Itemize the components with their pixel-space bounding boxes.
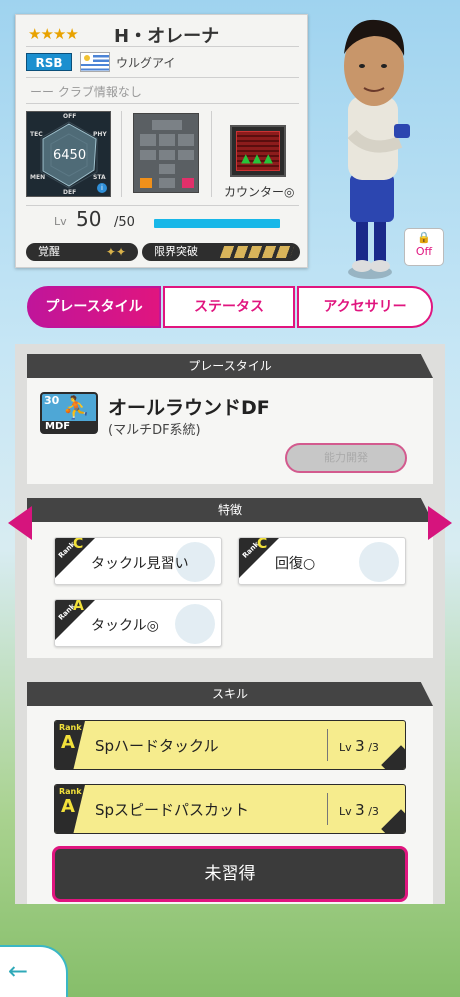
info-icon[interactable]: i <box>97 183 107 193</box>
soccer-ball-icon <box>359 542 399 582</box>
skill-name: Spスピードパスカット <box>95 801 250 819</box>
awakening-badge: 覚醒 ✦✦ <box>26 243 138 261</box>
playstyle-subtitle: (マルチDF系統) <box>108 423 201 438</box>
radar-label-phy: PHY <box>93 131 107 138</box>
position-badge: RSB <box>26 53 72 71</box>
skill-card[interactable]: Rank A Spハードタックル Lv 3 /3 <box>54 720 406 770</box>
skill-level: Lv 3 /3 <box>339 737 379 755</box>
favorite-lock-button[interactable]: 🔒 Off <box>404 228 444 266</box>
lock-icon: 🔒 <box>417 231 431 244</box>
tab-status[interactable]: ステータス <box>163 286 295 328</box>
limit-break-bars-icon <box>219 246 295 258</box>
radar-label-men: MEN <box>30 174 46 181</box>
back-arrow-icon: ← <box>8 957 29 985</box>
level-value: 50 <box>76 207 102 231</box>
level-label: Lv <box>54 215 67 228</box>
divider <box>26 205 299 206</box>
divider <box>26 46 299 47</box>
previous-player-arrow-icon[interactable] <box>8 506 32 540</box>
radar-label-tec: TEC <box>30 131 43 138</box>
divider <box>26 103 299 104</box>
playstyle-mdf-icon: 30 ⛹ MDF <box>40 392 98 434</box>
divider <box>26 77 299 78</box>
awakening-diamond-icon: ✦✦ <box>105 245 126 259</box>
limit-break-label: 限界突破 <box>154 245 198 258</box>
player-card: ★★★★ H・オレーナ RSB ウルグアイ ーー クラブ情報なし OFF TEC… <box>15 14 308 268</box>
playstyle-name: オールラウンドDF <box>108 397 270 419</box>
tab-playstyle[interactable]: プレースタイル <box>27 286 161 328</box>
trait-card[interactable]: Rank C タックル見習い <box>54 537 222 585</box>
traits-header: 特徴 <box>27 498 433 522</box>
skills-header: スキル <box>27 682 433 706</box>
limit-break-badge: 限界突破 <box>142 243 300 261</box>
tactic-label: カウンター◎ <box>224 185 295 199</box>
radar-label-off: OFF <box>63 113 77 120</box>
uruguay-flag-icon <box>80 52 110 72</box>
overall-rating: 6450 <box>53 148 87 163</box>
level-max: /50 <box>114 215 135 230</box>
awakening-label: 覚醒 <box>38 245 60 258</box>
soccer-ball-icon <box>175 604 215 644</box>
counter-tactic-icon: ▲▲▲ <box>230 125 286 177</box>
country-label: ウルグアイ <box>116 56 176 70</box>
trait-label: タックル見習い <box>91 556 189 572</box>
playstyle-header: プレースタイル <box>27 354 433 378</box>
club-info: ーー クラブ情報なし <box>30 85 142 99</box>
skill-card[interactable]: Rank A Spスピードパスカット Lv 3 /3 <box>54 784 406 834</box>
trait-card[interactable]: Rank A タックル◎ <box>54 599 222 647</box>
tab-accessory[interactable]: アクセサリー <box>297 286 433 328</box>
player-name: H・オレーナ <box>114 26 220 47</box>
back-button[interactable]: ← <box>0 945 68 997</box>
skill-name: Spハードタックル <box>95 737 219 755</box>
level-progress-bar <box>154 219 280 228</box>
trait-label: 回復○ <box>275 556 316 572</box>
radar-label-def: DEF <box>63 189 77 196</box>
formation-position-map <box>133 113 199 193</box>
trait-card[interactable]: Rank C 回復○ <box>238 537 406 585</box>
skill-level: Lv 3 /3 <box>339 801 379 819</box>
radar-label-sta: STA <box>93 174 106 181</box>
rarity-stars: ★★★★ <box>28 25 79 43</box>
next-player-arrow-icon[interactable] <box>428 506 452 540</box>
divider <box>211 111 212 197</box>
divider <box>121 111 122 197</box>
ability-radar-chart[interactable]: OFF TEC PHY MEN STA DEF 6450 i <box>26 111 111 197</box>
trait-label: タックル◎ <box>91 618 159 634</box>
unlearned-skills-button[interactable]: 未習得 <box>52 846 408 902</box>
ability-development-button[interactable]: 能力開発 <box>285 443 407 473</box>
lock-state-label: Off <box>415 245 433 258</box>
